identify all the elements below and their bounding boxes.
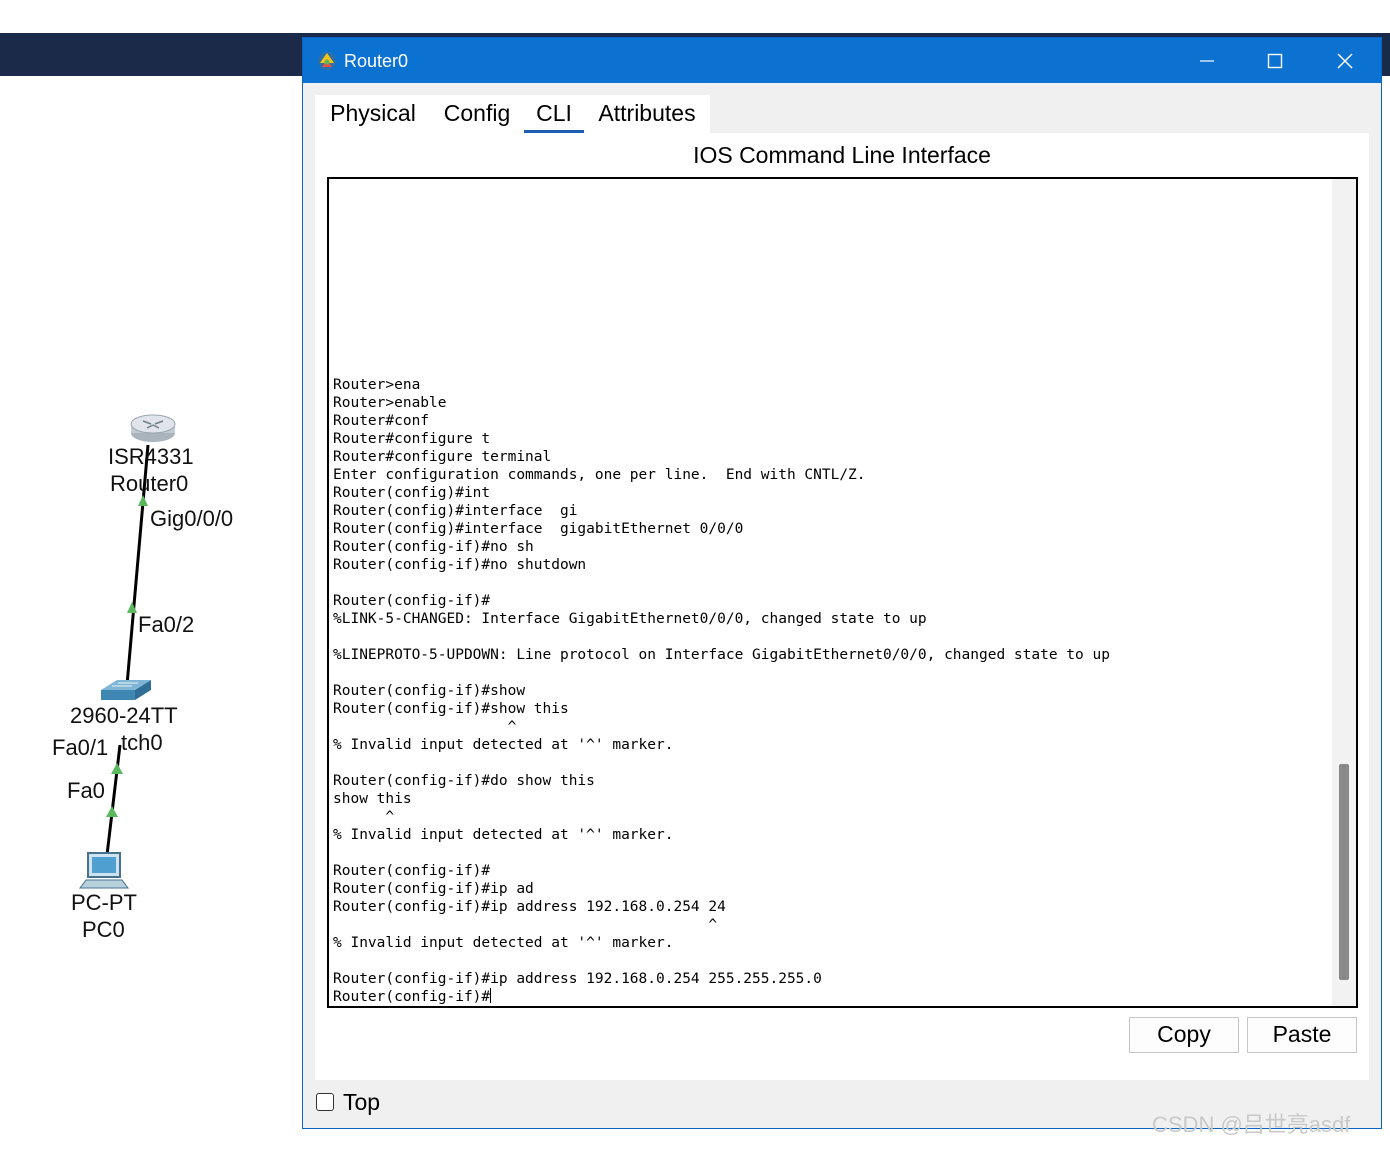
router-icon[interactable] bbox=[130, 414, 176, 442]
topology-links bbox=[79, 414, 176, 889]
terminal-line: Router(config-if)#ip address 192.168.0.2… bbox=[333, 899, 726, 915]
terminal-line: ^ bbox=[333, 917, 718, 933]
csdn-watermark: CSDN @吕世亮asdf bbox=[1152, 1112, 1351, 1137]
text-cursor bbox=[490, 988, 492, 1003]
terminal-scrollbar[interactable] bbox=[1332, 179, 1356, 1006]
terminal-line: %LINEPROTO-5-UPDOWN: Line protocol on In… bbox=[333, 647, 1110, 663]
tab-cli[interactable]: CLI bbox=[524, 95, 584, 133]
terminal-line: Router(config-if)#show bbox=[333, 683, 526, 699]
terminal-line: ^ bbox=[333, 809, 395, 825]
cli-panel: IOS Command Line Interface Router>ena Rou… bbox=[315, 133, 1369, 1080]
tab-config[interactable]: Config bbox=[441, 95, 513, 133]
scrollbar-thumb[interactable] bbox=[1339, 764, 1349, 980]
router-model-label: ISR4331 bbox=[108, 444, 194, 469]
terminal-line: Router>ena bbox=[333, 377, 421, 393]
link-up-indicator-fa01 bbox=[111, 763, 123, 774]
switch-port-up-label: Fa0/2 bbox=[138, 612, 195, 637]
terminal-line: % Invalid input detected at '^' marker. bbox=[333, 737, 674, 753]
terminal-line: show this bbox=[333, 791, 412, 807]
terminal-line: ^ bbox=[333, 719, 517, 735]
terminal-output: Router>ena Router>enable Router#conf Router… bbox=[333, 376, 1323, 1006]
link-up-indicator-fa0 bbox=[106, 806, 118, 817]
minimize-button[interactable] bbox=[1173, 38, 1241, 83]
terminal-line: Router(config)#interface gigabitEthernet… bbox=[333, 521, 744, 537]
minimize-icon bbox=[1200, 59, 1214, 62]
window-title-bar[interactable]: Router0 bbox=[303, 38, 1381, 83]
maximize-icon bbox=[1267, 53, 1283, 68]
top-checkbox[interactable] bbox=[316, 1093, 334, 1111]
window-title: Router0 bbox=[344, 51, 409, 71]
pc-icon[interactable] bbox=[79, 852, 129, 889]
copy-button[interactable]: Copy bbox=[1129, 1017, 1239, 1053]
router-name-label: Router0 bbox=[110, 471, 189, 496]
panel-title: IOS Command Line Interface bbox=[693, 142, 991, 168]
pc-port-label: Fa0 bbox=[67, 778, 105, 803]
terminal-line: Router(config-if)#show this bbox=[333, 701, 569, 717]
terminal-line: Router#conf bbox=[333, 413, 430, 429]
pc-name-label: PC0 bbox=[82, 917, 125, 942]
terminal-line: % Invalid input detected at '^' marker. bbox=[333, 935, 674, 951]
terminal-line: %LINK-5-CHANGED: Interface GigabitEthern… bbox=[333, 611, 927, 627]
terminal-line: Router#configure t bbox=[333, 431, 491, 447]
switch-icon[interactable] bbox=[101, 680, 151, 700]
switch-pc-link[interactable] bbox=[105, 744, 122, 856]
pc-model-label: PC-PT bbox=[71, 890, 137, 915]
paste-button[interactable]: Paste bbox=[1247, 1017, 1357, 1053]
switch-port-down-label: Fa0/1 bbox=[52, 735, 109, 760]
terminal-line: Router(config-if)#ip ad bbox=[333, 881, 534, 897]
terminal-line: Router(config-if)#no sh bbox=[333, 539, 534, 555]
terminal-line: Router(config-if)#ip address 192.168.0.2… bbox=[333, 971, 822, 987]
switch-name-label: tch0 bbox=[121, 730, 163, 755]
terminal-line: Router(config-if)# bbox=[333, 863, 491, 879]
device-tabs: Physical Config CLI Attributes bbox=[315, 95, 710, 133]
switch-model-label: 2960-24TT bbox=[70, 703, 178, 728]
terminal-line: Router(config-if)#do show this bbox=[333, 773, 595, 789]
maximize-button[interactable] bbox=[1241, 38, 1309, 83]
terminal-line: Router>enable bbox=[333, 395, 447, 411]
cli-terminal[interactable]: Router>ena Router>enable Router#conf Router… bbox=[327, 177, 1358, 1008]
tab-attributes[interactable]: Attributes bbox=[595, 95, 699, 133]
terminal-line: Enter configuration commands, one per li… bbox=[333, 467, 866, 483]
top-checkbox-label: Top bbox=[343, 1089, 381, 1115]
terminal-line: Router(config-if)# bbox=[333, 988, 492, 1005]
close-button[interactable] bbox=[1311, 38, 1379, 83]
terminal-line: Router(config-if)# bbox=[333, 593, 491, 609]
router0-window: Router0 Physical Config CLI Attributes I… bbox=[302, 37, 1382, 1129]
terminal-line: % Invalid input detected at '^' marker. bbox=[333, 827, 674, 843]
packet-tracer-app-icon bbox=[318, 52, 336, 70]
tab-physical[interactable]: Physical bbox=[327, 95, 419, 133]
terminal-line: Router(config-if)#no shutdown bbox=[333, 557, 587, 573]
router-port-label: Gig0/0/0 bbox=[150, 506, 234, 531]
terminal-line: Router#configure terminal bbox=[333, 449, 552, 465]
terminal-line: Router(config)#interface gi bbox=[333, 503, 578, 519]
terminal-line: Router(config)#int bbox=[333, 485, 491, 501]
close-icon bbox=[1337, 52, 1353, 69]
